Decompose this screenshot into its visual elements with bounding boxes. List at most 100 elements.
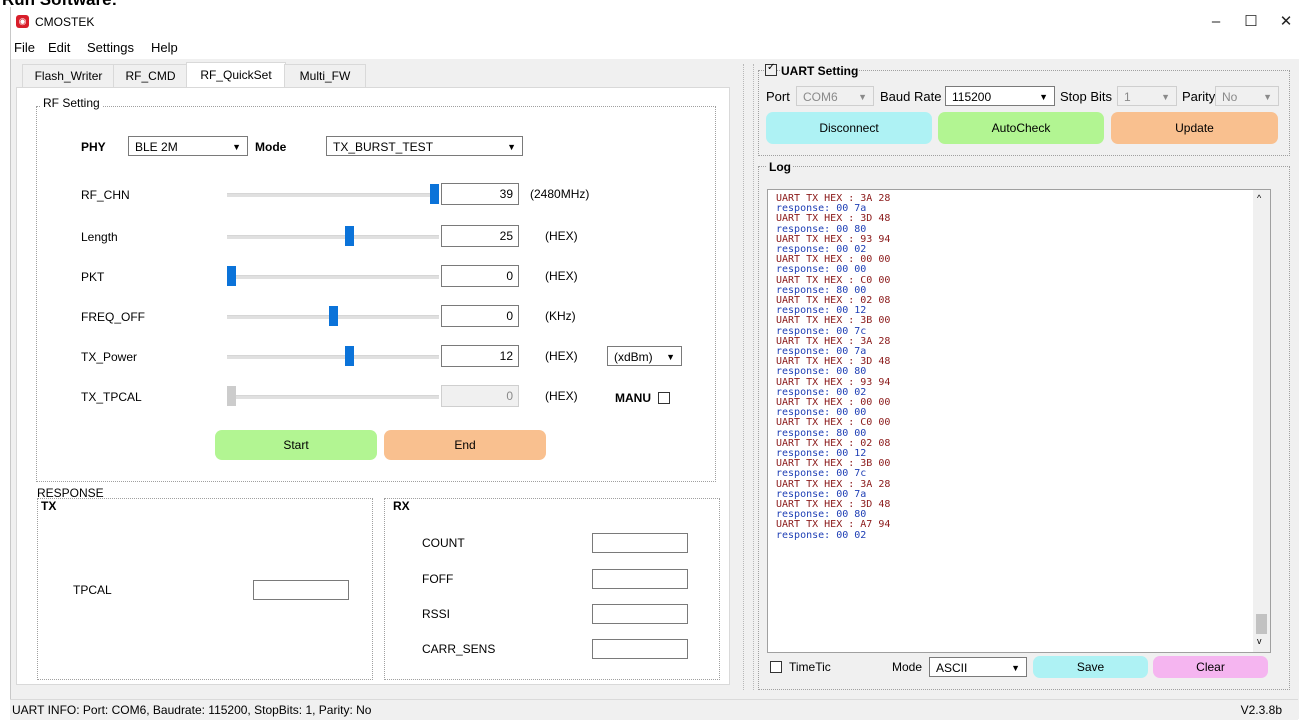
log-title: Log [767,160,793,174]
phy-select[interactable]: BLE 2M ▼ [128,136,248,156]
title-bar: ◉ CMOSTEK – ☐ ✕ [11,7,1299,37]
start-button[interactable]: Start [215,430,377,460]
carr-sens-label: CARR_SENS [422,642,496,656]
tab-flash-writer[interactable]: Flash_Writer [22,64,115,87]
slider-thumb[interactable] [329,306,338,326]
rf-param-unit: (HEX) [545,229,578,243]
mode-label: Mode [255,140,287,154]
rssi-field[interactable] [592,604,688,624]
rf-param-value-field[interactable]: 12 [441,345,519,367]
rf-param-unit: (2480MHz) [530,187,590,201]
menu-edit[interactable]: Edit [48,40,70,55]
mode-value: TX_BURST_TEST [333,140,434,154]
port-value: COM6 [803,90,838,104]
tab-rf-quickset[interactable]: RF_QuickSet [186,62,286,88]
log-mode-label: Mode [892,660,923,674]
rf-param-label: TX_TPCAL [81,390,142,404]
timetic-label: TimeTic [789,660,831,674]
rf-param-value-field[interactable]: 0 [441,265,519,287]
manu-label: MANU [615,391,651,405]
chevron-down-icon: ▼ [858,92,867,102]
chevron-down-icon: ▼ [1263,92,1272,102]
log-scrollbar[interactable]: ^ v [1253,190,1270,652]
rx-title: RX [393,499,410,513]
slider-thumb[interactable] [430,184,439,204]
minimize-button[interactable]: – [1198,10,1234,34]
chevron-down-icon: ▼ [1161,92,1170,102]
menu-bar: File Edit Settings Help [11,37,1299,59]
rf-param-label: FREQ_OFF [81,310,146,324]
slider-thumb[interactable] [345,226,354,246]
rf-param-value-field[interactable]: 39 [441,183,519,205]
checkmark-icon: ✓ [767,62,776,73]
count-field[interactable] [592,533,688,553]
save-button[interactable]: Save [1033,656,1148,678]
scroll-down-icon[interactable]: v [1257,636,1262,646]
tx-title: TX [41,499,57,513]
uart-setting-checkbox[interactable]: ✓ [765,62,777,76]
parity-select[interactable]: No ▼ [1215,86,1279,106]
slider-track[interactable] [227,193,439,197]
rf-param-value-field[interactable]: 0 [441,305,519,327]
rf-param-value-field[interactable]: 0 [441,385,519,407]
port-select[interactable]: COM6 ▼ [796,86,874,106]
slider-track[interactable] [227,275,439,279]
stop-bits-select[interactable]: 1 ▼ [1117,86,1177,106]
menu-settings[interactable]: Settings [87,40,134,55]
baud-rate-label: Baud Rate [880,89,942,104]
slider-track[interactable] [227,395,439,399]
phy-value: BLE 2M [135,140,178,154]
tab-rf-cmd[interactable]: RF_CMD [113,64,188,87]
slider-track[interactable] [227,355,439,359]
slider-thumb[interactable] [227,266,236,286]
parity-label: Parity [1182,89,1216,104]
end-button[interactable]: End [384,430,546,460]
rf-param-label: PKT [81,270,105,284]
stop-bits-label: Stop Bits [1060,89,1113,104]
uart-setting-title: UART Setting [781,64,859,78]
chevron-down-icon: ▼ [666,352,675,362]
baud-rate-value: 115200 [952,90,992,104]
timetic-checkbox[interactable] [770,661,782,673]
count-label: COUNT [422,536,465,550]
menu-file[interactable]: File [14,40,35,55]
disconnect-button[interactable]: Disconnect [766,112,932,144]
rf-param-unit: (HEX) [545,389,578,403]
slider-thumb[interactable] [227,386,236,406]
foff-field[interactable] [592,569,688,589]
manu-checkbox[interactable] [658,392,670,404]
log-output[interactable]: UART TX HEX : 3A 28 response: 00 7a UART T… [767,189,1271,653]
rf-param-unit: (HEX) [545,269,578,283]
rf-param-label: Length [81,230,118,244]
stop-bits-value: 1 [1124,90,1131,104]
carr-sens-field[interactable] [592,639,688,659]
rf-quickset-panel: RF Setting PHY BLE 2M ▼ Mode TX_BURST_TE… [16,87,730,685]
power-unit-value: (xdBm) [614,350,653,364]
uart-info-text: UART INFO: Port: COM6, Baudrate: 115200,… [12,703,372,717]
close-button[interactable]: ✕ [1268,10,1304,34]
mode-select[interactable]: TX_BURST_TEST ▼ [326,136,523,156]
chevron-down-icon: ▼ [1011,663,1020,673]
tpcal-field[interactable] [253,580,349,600]
rf-param-label: RF_CHN [81,188,130,202]
maximize-button[interactable]: ☐ [1233,10,1269,34]
slider-track[interactable] [227,235,439,239]
log-mode-select[interactable]: ASCII ▼ [929,657,1027,677]
menu-help[interactable]: Help [151,40,178,55]
rf-param-value-field[interactable]: 25 [441,225,519,247]
tab-multi-fw[interactable]: Multi_FW [284,64,366,87]
clear-button[interactable]: Clear [1153,656,1268,678]
slider-thumb[interactable] [345,346,354,366]
scroll-thumb[interactable] [1256,614,1267,634]
power-unit-select[interactable]: (xdBm) ▼ [607,346,682,366]
update-button[interactable]: Update [1111,112,1278,144]
scroll-up-icon[interactable]: ^ [1257,193,1261,203]
app-logo-icon: ◉ [16,15,29,28]
status-bar: UART INFO: Port: COM6, Baudrate: 115200,… [10,699,1298,720]
version-text: V2.3.8b [1240,703,1282,717]
rssi-label: RSSI [422,607,451,621]
baud-rate-select[interactable]: 115200 ▼ [945,86,1055,106]
panel-splitter[interactable] [743,64,754,690]
rf-setting-group [36,106,716,482]
autocheck-button[interactable]: AutoCheck [938,112,1104,144]
